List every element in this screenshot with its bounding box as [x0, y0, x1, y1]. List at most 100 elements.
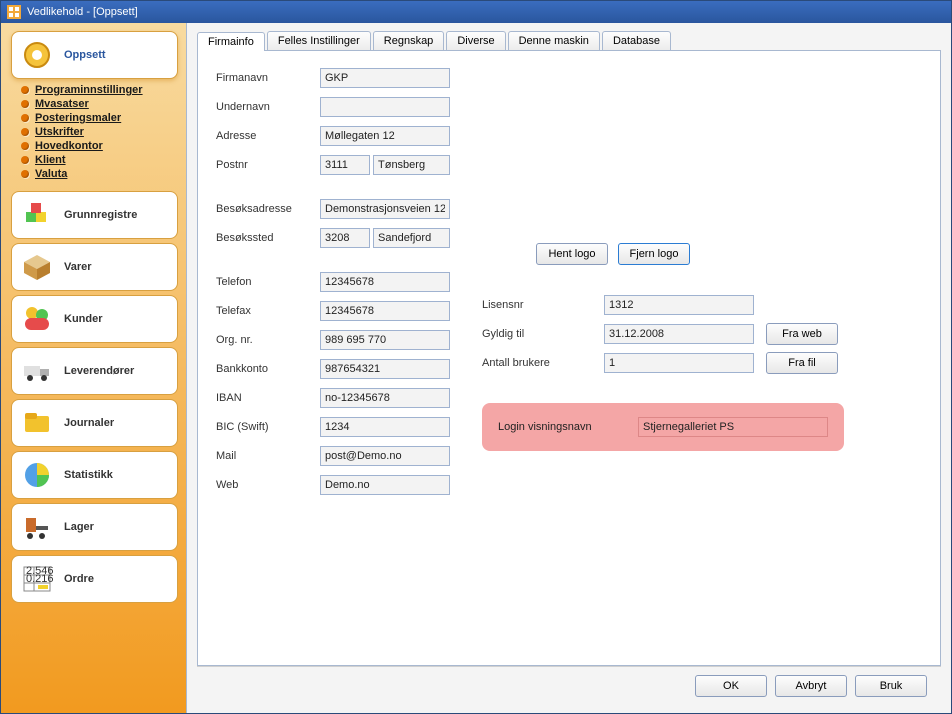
input-web[interactable]: [320, 475, 450, 495]
sidebar-item-grunnregistre[interactable]: Grunnregistre: [11, 191, 178, 239]
label-telefax: Telefax: [216, 305, 308, 317]
label-postnr: Postnr: [216, 159, 308, 171]
bullet-icon: [21, 114, 29, 122]
bullet-icon: [21, 156, 29, 164]
input-besoksadresse[interactable]: [320, 199, 450, 219]
fjern-logo-button[interactable]: Fjern logo: [618, 243, 690, 265]
truck-icon: [20, 354, 54, 388]
label-orgnr: Org. nr.: [216, 334, 308, 346]
input-iban[interactable]: [320, 388, 450, 408]
tabs: Firmainfo Felles Instillinger Regnskap D…: [197, 31, 941, 50]
label-bankkonto: Bankkonto: [216, 363, 308, 375]
sidebar-item-varer[interactable]: Varer: [11, 243, 178, 291]
label-lisensnr: Lisensnr: [482, 299, 592, 311]
label-firmanavn: Firmanavn: [216, 72, 308, 84]
svg-text:0.216: 0.216: [26, 573, 54, 585]
ok-button[interactable]: OK: [695, 675, 767, 697]
input-bankkonto[interactable]: [320, 359, 450, 379]
input-bic[interactable]: [320, 417, 450, 437]
box-icon: [20, 250, 54, 284]
tab-firmainfo[interactable]: Firmainfo: [197, 32, 265, 51]
input-firmanavn[interactable]: [320, 68, 450, 88]
label-undernavn: Undernavn: [216, 101, 308, 113]
bruk-button[interactable]: Bruk: [855, 675, 927, 697]
input-telefax[interactable]: [320, 301, 450, 321]
label-besokssted: Besøkssted: [216, 232, 308, 244]
tab-felles-instillinger[interactable]: Felles Instillinger: [267, 31, 371, 50]
input-poststed[interactable]: [373, 155, 450, 175]
footer: OK Avbryt Bruk: [197, 666, 941, 705]
hent-logo-button[interactable]: Hent logo: [536, 243, 608, 265]
app-icon: [7, 5, 21, 19]
tab-denne-maskin[interactable]: Denne maskin: [508, 31, 600, 50]
folder-icon: [20, 406, 54, 440]
input-telefon[interactable]: [320, 272, 450, 292]
cubes-icon: [20, 198, 54, 232]
bullet-icon: [21, 170, 29, 178]
input-gyldigtil[interactable]: [604, 324, 754, 344]
sidebar-label-oppsett: Oppsett: [64, 49, 106, 61]
sidebar-sub-utskrifter[interactable]: Utskrifter: [21, 125, 178, 139]
gear-icon: [20, 38, 54, 72]
bullet-icon: [21, 86, 29, 94]
input-postnr[interactable]: [320, 155, 370, 175]
forklift-icon: [20, 510, 54, 544]
sidebar-item-journaler[interactable]: Journaler: [11, 399, 178, 447]
tab-diverse[interactable]: Diverse: [446, 31, 505, 50]
label-mail: Mail: [216, 450, 308, 462]
sidebar-submenu: Programinnstillinger Mvasatser Postering…: [21, 83, 178, 181]
sidebar-label: Leverendører: [64, 365, 134, 377]
users-icon: [20, 302, 54, 336]
label-loginvisningsnavn: Login visningsnavn: [498, 421, 608, 433]
input-loginvisningsnavn[interactable]: [638, 417, 828, 437]
piechart-icon: [20, 458, 54, 492]
input-adresse[interactable]: [320, 126, 450, 146]
input-lisensnr[interactable]: [604, 295, 754, 315]
sidebar-sub-programinnstillinger[interactable]: Programinnstillinger: [21, 83, 178, 97]
tab-regnskap[interactable]: Regnskap: [373, 31, 445, 50]
sidebar-sub-posteringsmaler[interactable]: Posteringsmaler: [21, 111, 178, 125]
title-bar: Vedlikehold - [Oppsett]: [1, 1, 951, 23]
sidebar-label: Kunder: [64, 313, 103, 325]
sidebar-item-statistikk[interactable]: Statistikk: [11, 451, 178, 499]
sidebar-sub-hovedkontor[interactable]: Hovedkontor: [21, 139, 178, 153]
sidebar: Oppsett Programinnstillinger Mvasatser P…: [1, 23, 187, 713]
input-undernavn[interactable]: [320, 97, 450, 117]
sidebar-item-oppsett[interactable]: Oppsett: [11, 31, 178, 79]
sidebar-label: Statistikk: [64, 469, 113, 481]
avbryt-button[interactable]: Avbryt: [775, 675, 847, 697]
input-mail[interactable]: [320, 446, 450, 466]
fra-web-button[interactable]: Fra web: [766, 323, 838, 345]
sidebar-item-kunder[interactable]: Kunder: [11, 295, 178, 343]
main-content: Firmainfo Felles Instillinger Regnskap D…: [187, 23, 951, 713]
label-telefon: Telefon: [216, 276, 308, 288]
bullet-icon: [21, 142, 29, 150]
sidebar-label: Journaler: [64, 417, 114, 429]
label-besoksadresse: Besøksadresse: [216, 203, 308, 215]
panel-firmainfo: Firmanavn Undernavn Adresse Postnr Besøk…: [197, 50, 941, 666]
sidebar-item-lager[interactable]: Lager: [11, 503, 178, 551]
label-gyldigtil: Gyldig til: [482, 328, 592, 340]
fra-fil-button[interactable]: Fra fil: [766, 352, 838, 374]
input-besokpoststed[interactable]: [373, 228, 450, 248]
sidebar-item-ordre[interactable]: 2.5460.216 Ordre: [11, 555, 178, 603]
sidebar-sub-mvasatser[interactable]: Mvasatser: [21, 97, 178, 111]
label-adresse: Adresse: [216, 130, 308, 142]
label-web: Web: [216, 479, 308, 491]
input-besokpostnr[interactable]: [320, 228, 370, 248]
window-title: Vedlikehold - [Oppsett]: [27, 6, 138, 18]
sidebar-label: Ordre: [64, 573, 94, 585]
sidebar-label: Varer: [64, 261, 92, 273]
label-antallbrukere: Antall brukere: [482, 357, 592, 369]
sidebar-sub-valuta[interactable]: Valuta: [21, 167, 178, 181]
input-antallbrukere[interactable]: [604, 353, 754, 373]
sidebar-label: Lager: [64, 521, 94, 533]
login-highlight: Login visningsnavn: [482, 403, 844, 451]
sidebar-label: Grunnregistre: [64, 209, 137, 221]
sidebar-sub-klient[interactable]: Klient: [21, 153, 178, 167]
input-orgnr[interactable]: [320, 330, 450, 350]
sidebar-item-leverandorer[interactable]: Leverendører: [11, 347, 178, 395]
label-iban: IBAN: [216, 392, 308, 404]
spreadsheet-icon: 2.5460.216: [20, 562, 54, 596]
tab-database[interactable]: Database: [602, 31, 671, 50]
